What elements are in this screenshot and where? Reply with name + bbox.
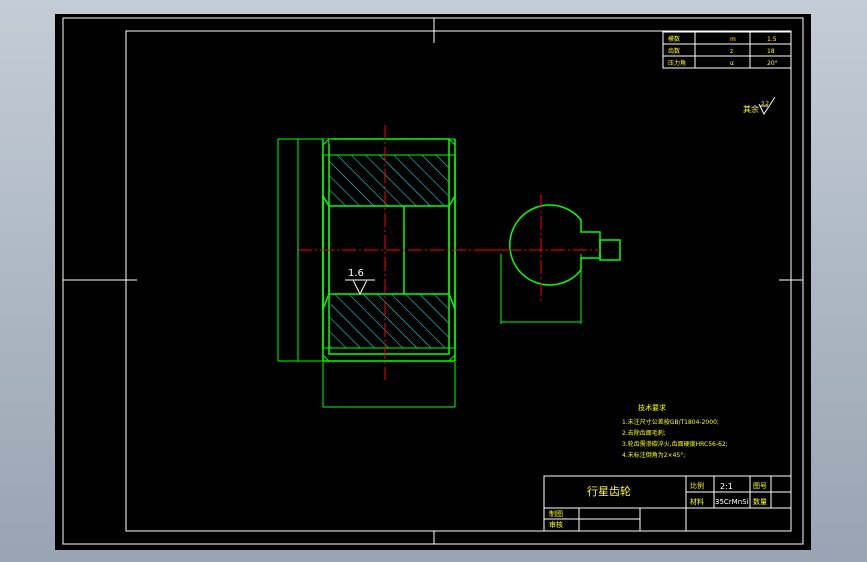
checked-by-label: 审核 [549, 520, 563, 529]
tech-item-2: 2.去除齿面毛刺; [622, 429, 666, 437]
hatch-bottom [329, 294, 449, 348]
param-name-0: 模数 [668, 35, 680, 43]
tech-item-4: 4.未标注倒角为2×45°; [622, 451, 685, 459]
param-value-0: 1.5 [767, 36, 777, 43]
cad-drawing: 模数 m 1.5 齿数 z 18 压力角 α 20° 其余 3.2 1.6 技术… [62, 17, 804, 545]
param-name-1: 齿数 [668, 47, 680, 55]
bore-with-keyway [509, 204, 601, 286]
gear-end-view [485, 194, 621, 324]
bore-roughness-icon [352, 279, 368, 296]
quantity-label: 数量 [753, 497, 767, 506]
default-roughness: 其余 3.2 [743, 96, 776, 116]
tech-item-3: 3.轮齿需渗碳淬火,齿面硬度HRC56-62; [622, 440, 728, 448]
param-value-1: 18 [767, 48, 775, 55]
roughness-other-label: 其余 [743, 104, 759, 114]
gear-section-view: 1.6 [277, 125, 515, 408]
tech-title: 技术要求 [638, 403, 666, 412]
tech-item-1: 1.未注尺寸公差按GB/T1804-2000; [622, 418, 719, 426]
scale-label: 比例 [690, 481, 704, 490]
material-label: 材料 [690, 497, 704, 506]
outer-border [62, 17, 804, 545]
param-value-2: 20° [767, 60, 778, 67]
tech-requirements: 技术要求 1.未注尺寸公差按GB/T1804-2000; 2.去除齿面毛刺; 3… [622, 403, 728, 459]
param-name-2: 压力角 [668, 59, 686, 67]
bore-roughness-value: 1.6 [348, 268, 364, 279]
param-symbol-2: α [730, 60, 734, 67]
part-name: 行星齿轮 [587, 484, 631, 498]
keyway-slot [599, 239, 621, 261]
param-symbol-1: z [730, 48, 733, 55]
gear-param-table: 模数 m 1.5 齿数 z 18 压力角 α 20° [662, 31, 792, 69]
inner-border [125, 30, 792, 532]
scale-value: 2:1 [720, 482, 733, 491]
material-value: 35CrMnSi [715, 498, 749, 506]
title-block: 行星齿轮 比例 2:1 图号 材料 35CrMnSi 数量 制图 审核 [543, 475, 792, 532]
hatch-top [329, 155, 449, 206]
drawing-no-label: 图号 [753, 482, 767, 490]
drawn-by-label: 制图 [549, 509, 563, 518]
param-symbol-0: m [730, 36, 736, 43]
drawing-sheet: 模数 m 1.5 齿数 z 18 压力角 α 20° 其余 3.2 1.6 技术… [55, 14, 811, 550]
